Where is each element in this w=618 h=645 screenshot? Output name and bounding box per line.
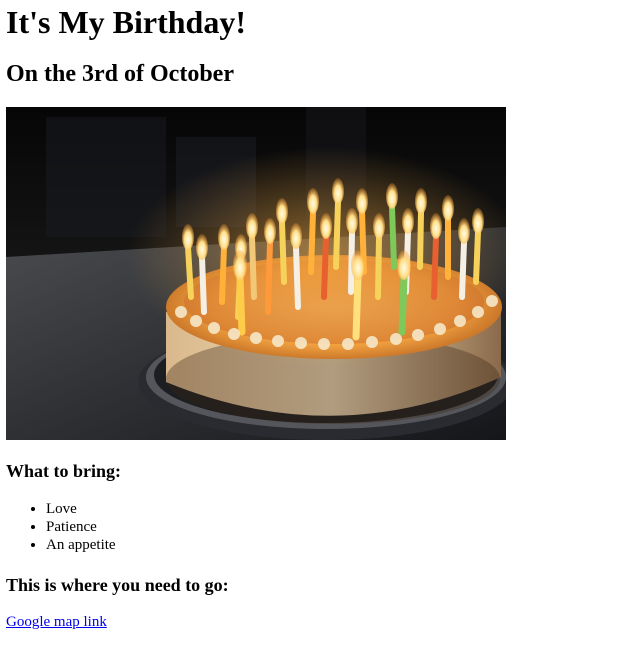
list-item: Love: [46, 500, 116, 518]
google-map-link[interactable]: Google map link: [6, 613, 107, 631]
list-item: Patience: [46, 518, 116, 536]
directions-heading: This is where you need to go:: [6, 575, 229, 595]
page-title: It's My Birthday!: [6, 4, 246, 40]
bring-list: Love Patience An appetite: [46, 500, 116, 554]
what-to-bring-heading: What to bring:: [6, 461, 122, 481]
page-subtitle: On the 3rd of October: [6, 61, 234, 87]
list-item: An appetite: [46, 536, 116, 554]
birthday-cake-image: [6, 107, 506, 440]
